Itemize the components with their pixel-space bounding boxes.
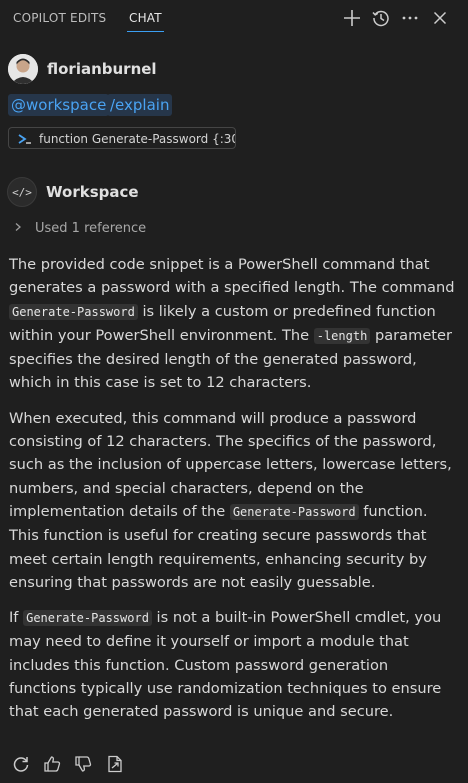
participant-name: Workspace: [46, 183, 139, 201]
plus-icon[interactable]: [342, 8, 362, 28]
header-actions: [0, 8, 468, 28]
response-actions: [0, 752, 468, 776]
user-name: florianburnel: [47, 60, 157, 78]
response-paragraph: The provided code snippet is a PowerShel…: [9, 253, 459, 395]
close-icon[interactable]: [430, 8, 450, 28]
explain-command-chip[interactable]: /explain: [107, 94, 173, 116]
text-run: The provided code snippet is a PowerShel…: [9, 256, 455, 297]
workspace-code-icon: </>: [7, 177, 37, 207]
workspace-chip[interactable]: @workspace: [8, 94, 110, 116]
thumbs-up-icon[interactable]: [42, 754, 62, 774]
inline-code: Generate-Password: [9, 303, 138, 320]
powershell-icon: [17, 131, 33, 147]
code-reference-label: function Generate-Password {:30: [39, 131, 236, 146]
more-icon[interactable]: [400, 8, 420, 28]
used-references-label: Used 1 reference: [35, 221, 147, 236]
text-run: If: [9, 609, 24, 627]
avatar: [8, 54, 38, 84]
retry-icon[interactable]: [11, 754, 31, 774]
inline-code: -length: [313, 327, 371, 344]
response-paragraph: If Generate-Password is not a built-in P…: [9, 606, 459, 723]
response-message: The provided code snippet is a PowerShel…: [9, 253, 459, 736]
copilot-chat-panel: COPILOT EDITS CHAT florianburnel @worksp…: [0, 0, 468, 783]
chevron-right-icon: [13, 221, 23, 236]
panel-header: COPILOT EDITS CHAT: [0, 0, 468, 36]
history-icon[interactable]: [371, 8, 391, 28]
used-references-toggle[interactable]: Used 1 reference: [13, 221, 146, 239]
thumbs-down-icon[interactable]: [73, 754, 93, 774]
insert-into-new-file-icon[interactable]: [105, 754, 125, 774]
active-tab-indicator: [127, 31, 164, 32]
inline-code: Generate-Password: [23, 610, 152, 627]
response-paragraph: When executed, this command will produce…: [9, 407, 459, 594]
inline-code: Generate-Password: [229, 503, 359, 520]
code-reference-chip[interactable]: function Generate-Password {:30: [8, 127, 236, 149]
